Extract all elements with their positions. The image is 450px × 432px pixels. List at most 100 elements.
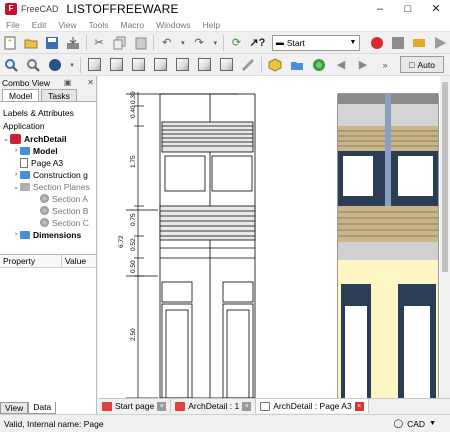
toolbar-overflow-icon[interactable]: »: [376, 56, 394, 74]
freecad-logo-icon: F: [5, 3, 17, 15]
combo-tabs: Model Tasks: [0, 89, 96, 102]
tab-model[interactable]: Model: [2, 89, 40, 101]
back-arrow-icon[interactable]: ◀: [332, 56, 350, 74]
tab-view[interactable]: View: [0, 402, 29, 414]
dimension-label: 0.52: [130, 238, 137, 251]
drawing-viewport[interactable]: 0.40 0.30 1.75 0.75 0.52 0.50 6.72 2.50: [98, 76, 440, 398]
run-macro-icon[interactable]: [431, 34, 448, 52]
menu-view[interactable]: View: [52, 20, 82, 30]
isometric-view-icon[interactable]: [85, 56, 103, 74]
save-icon[interactable]: [44, 34, 61, 52]
tree-section-label: Labels & Attributes: [3, 107, 74, 118]
refresh-icon[interactable]: ⟳: [228, 34, 245, 52]
menu-windows[interactable]: Windows: [150, 20, 196, 30]
create-part-icon[interactable]: [266, 56, 284, 74]
redo-dropdown-icon[interactable]: ▾: [212, 34, 220, 52]
document-title: LISTOFFREEWARE: [66, 2, 179, 16]
navigation-units[interactable]: CAD: [407, 419, 425, 429]
menu-tools[interactable]: Tools: [83, 20, 115, 30]
menu-file[interactable]: File: [0, 20, 26, 30]
tree-item-label: Model: [33, 145, 58, 156]
web-browser-icon[interactable]: [310, 56, 328, 74]
menu-help[interactable]: Help: [197, 20, 226, 30]
tree-item-label: Section A: [52, 193, 88, 204]
front-view-icon[interactable]: [107, 56, 125, 74]
page-icon: [260, 401, 271, 411]
dimension-label: 0.30: [130, 91, 137, 104]
tree-item-dimensions[interactable]: › Dimensions: [12, 229, 81, 240]
navigation-style-button[interactable]: □ Auto: [400, 56, 444, 73]
close-tab-icon[interactable]: ×: [157, 401, 167, 411]
workbench-selector-value: Start: [286, 37, 305, 48]
tree-item-section-a[interactable]: Section A: [40, 193, 88, 204]
fit-all-icon[interactable]: [2, 56, 20, 74]
tab-tasks[interactable]: Tasks: [41, 89, 77, 101]
float-panel-icon[interactable]: ▣: [64, 78, 72, 87]
close-tab-icon[interactable]: ×: [354, 401, 364, 411]
collapse-chevron-icon[interactable]: ›: [12, 231, 20, 238]
model-tree: Labels & Attributes Application ⌄ ArchDe…: [0, 102, 96, 252]
page-icon: [20, 157, 28, 168]
edit-macro-icon[interactable]: [410, 34, 427, 52]
close-tab-icon[interactable]: ×: [242, 401, 252, 411]
document-icon: [10, 133, 21, 144]
fit-selection-icon[interactable]: [24, 56, 42, 74]
cut-icon[interactable]: ✂: [91, 34, 108, 52]
collapse-chevron-icon[interactable]: ›: [12, 147, 20, 154]
workbench-selector[interactable]: ▬ Start ▼: [271, 34, 361, 51]
record-macro-icon[interactable]: [368, 34, 385, 52]
tree-item-page[interactable]: Page A3: [20, 157, 63, 168]
undo-dropdown-icon[interactable]: ▾: [179, 34, 187, 52]
draw-style-icon[interactable]: [46, 56, 64, 74]
menu-edit[interactable]: Edit: [26, 20, 53, 30]
top-view-icon[interactable]: [129, 56, 147, 74]
close-panel-icon[interactable]: ✕: [87, 78, 94, 87]
redo-icon[interactable]: ↷: [191, 34, 208, 52]
tab-start-page[interactable]: Start page ×: [98, 399, 172, 413]
tree-item-label: Dimensions: [33, 229, 82, 240]
architectural-drawing[interactable]: 0.40 0.30 1.75 0.75 0.52 0.50 6.72 2.50: [98, 76, 440, 398]
value-column-header[interactable]: Value: [62, 255, 86, 267]
expand-chevron-icon[interactable]: ⌄: [12, 183, 20, 191]
create-group-icon[interactable]: [288, 56, 306, 74]
bottom-view-icon[interactable]: [195, 56, 213, 74]
minimize-button[interactable]: –: [366, 0, 394, 18]
tab-data[interactable]: Data: [28, 402, 57, 414]
new-document-icon[interactable]: +: [2, 34, 19, 52]
tree-item-section-c[interactable]: Section C: [40, 217, 89, 228]
tab-archdetail-1[interactable]: ArchDetail : 1 ×: [171, 399, 257, 413]
left-view-icon[interactable]: [217, 56, 235, 74]
tree-item-construction[interactable]: › Construction g: [12, 169, 88, 180]
main-toolbar: + ✂ ↶ ▾ ↷ ▾ ⟳ ↗? ▬ Start ▼: [0, 32, 450, 54]
scrollbar-thumb[interactable]: [442, 82, 448, 272]
tab-archdetail-page[interactable]: ArchDetail : Page A3 ×: [256, 399, 369, 413]
paste-icon[interactable]: [132, 34, 149, 52]
chevron-down-icon: ▼: [349, 39, 357, 46]
tree-item-section-planes[interactable]: ⌄ Section Planes: [12, 181, 90, 192]
tree-item-model[interactable]: › Model: [12, 145, 58, 156]
tree-item-section-b[interactable]: Section B: [40, 205, 88, 216]
collapse-chevron-icon[interactable]: ›: [12, 171, 20, 178]
menu-macro[interactable]: Macro: [114, 20, 150, 30]
chevron-down-icon[interactable]: ▼: [429, 420, 436, 427]
viewport-scrollbar[interactable]: [440, 76, 450, 398]
maximize-button[interactable]: □: [394, 0, 422, 18]
close-button[interactable]: ✕: [422, 0, 450, 18]
copy-icon[interactable]: [111, 34, 128, 52]
measure-icon[interactable]: [239, 56, 257, 74]
open-folder-icon[interactable]: [23, 34, 40, 52]
forward-arrow-icon[interactable]: ▶: [354, 56, 372, 74]
property-column-header[interactable]: Property: [0, 255, 62, 267]
rear-view-icon[interactable]: [173, 56, 191, 74]
tree-item-archdetail[interactable]: ⌄ ArchDetail: [2, 133, 67, 144]
undo-icon[interactable]: ↶: [158, 34, 175, 52]
status-text: Valid, Internal name: Page: [4, 418, 104, 429]
right-view-icon[interactable]: [151, 56, 169, 74]
folder-icon: [20, 146, 30, 155]
status-bar: Valid, Internal name: Page ◯ CAD ▼: [0, 414, 450, 432]
expand-chevron-icon[interactable]: ⌄: [2, 135, 10, 143]
stop-macro-icon[interactable]: [389, 34, 406, 52]
whats-this-icon[interactable]: ↗?: [249, 34, 266, 52]
export-icon[interactable]: [65, 34, 82, 52]
draw-style-dropdown-icon[interactable]: ▾: [68, 56, 76, 74]
